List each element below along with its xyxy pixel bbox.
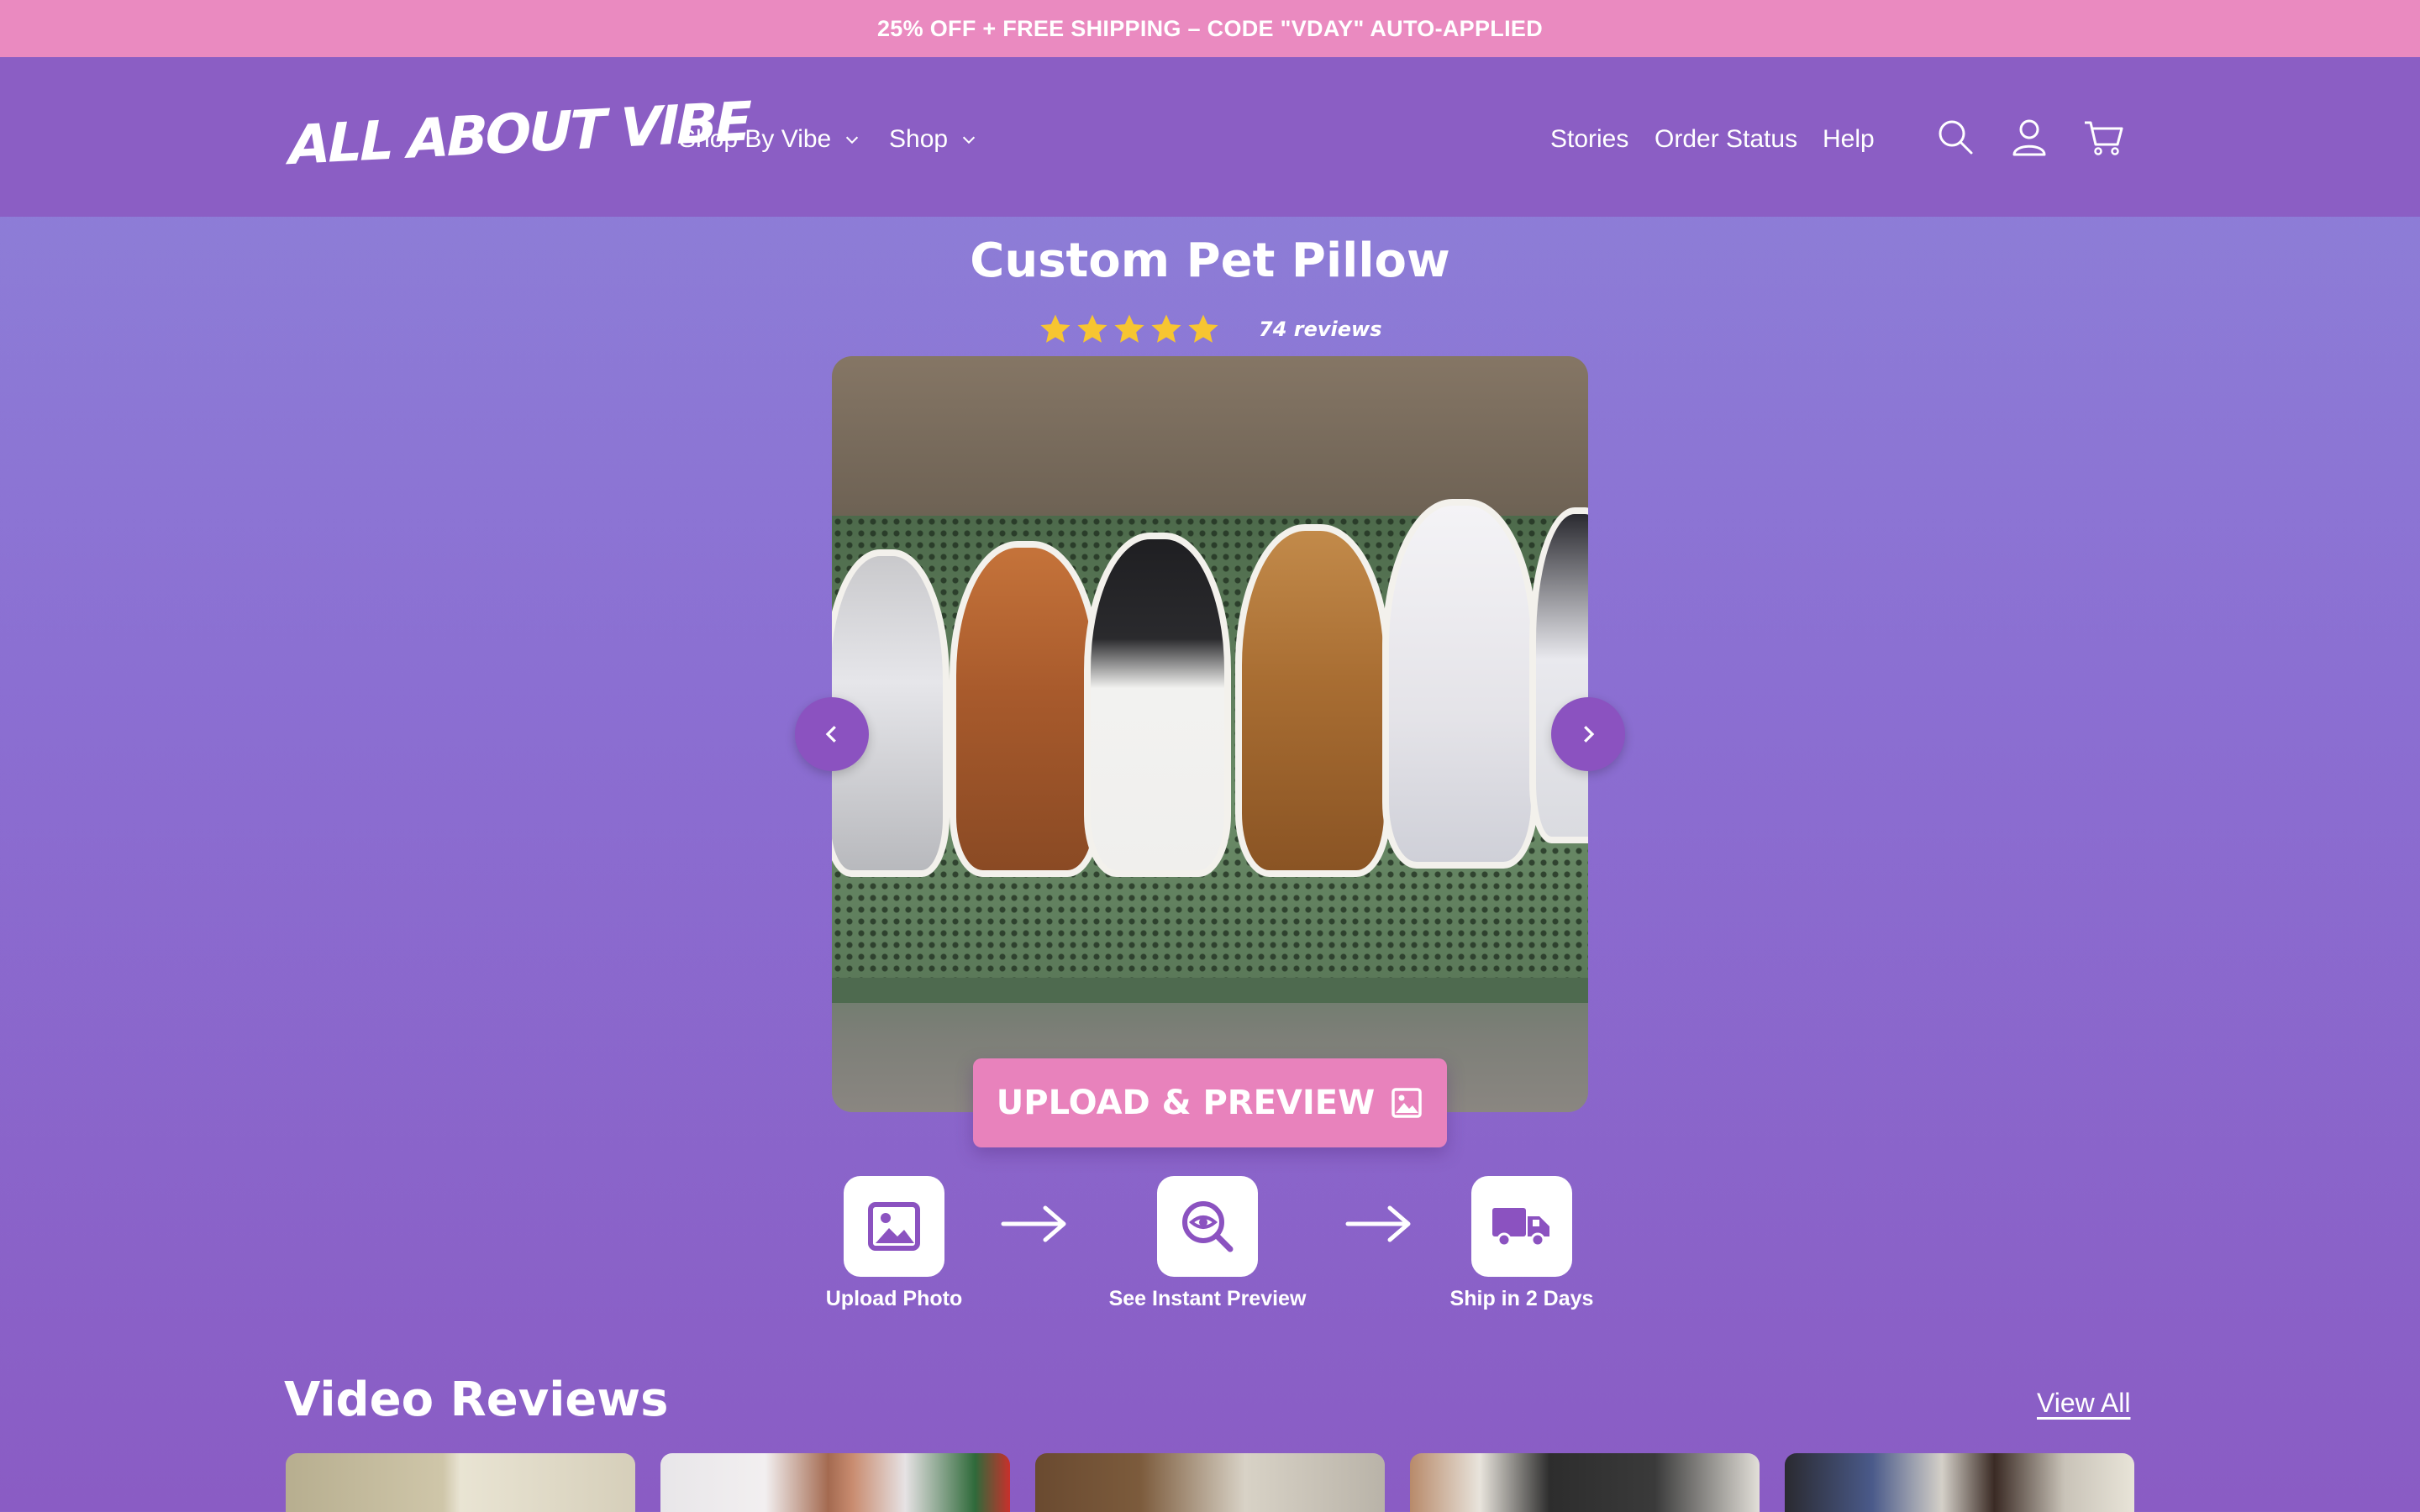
step-label: See Instant Preview: [1108, 1287, 1307, 1310]
pet-pillow-dog-brown: [950, 541, 1101, 877]
image-icon: [868, 1202, 920, 1251]
step-icon-box: [1157, 1176, 1258, 1277]
search-icon[interactable]: [1934, 116, 1976, 158]
step-icon-box: [1471, 1176, 1572, 1277]
pet-pillow-dog-bulldog: [1235, 524, 1391, 877]
product-image-carousel[interactable]: [832, 356, 1588, 1112]
step-icon-box: [844, 1176, 944, 1277]
chevron-down-icon: [962, 136, 976, 144]
announcement-bar: 25% OFF + FREE SHIPPING – CODE "VDAY" AU…: [0, 0, 2420, 57]
image-icon: [1392, 1088, 1422, 1118]
arrow-right-icon: [1001, 1205, 1066, 1242]
site-header: ALL ABOUT VIBE Shop By Vibe Shop Stories…: [0, 57, 2420, 217]
bench-rail: [832, 978, 1588, 1003]
video-review-thumbnail[interactable]: [1035, 1453, 1385, 1512]
star-icon: [1151, 314, 1181, 343]
video-review-thumbnail[interactable]: [1410, 1453, 1760, 1512]
step-label: Ship in 2 Days: [1449, 1287, 1594, 1310]
chevron-right-icon: [1584, 726, 1595, 743]
star-icon: [1114, 314, 1144, 343]
star-rating: [1039, 312, 1220, 346]
eye-search-icon: [1182, 1201, 1234, 1252]
nav-label: Stories: [1550, 125, 1629, 153]
nav-link-order-status[interactable]: Order Status: [1655, 119, 1797, 160]
product-title: Custom Pet Pillow: [970, 234, 1450, 288]
product-rating: 74 reviews: [1039, 311, 1381, 348]
nav-label: Shop By Vibe: [679, 125, 832, 153]
nav-link-help[interactable]: Help: [1823, 119, 1875, 160]
video-review-thumbnail[interactable]: [1785, 1453, 2134, 1512]
nav-link-stories[interactable]: Stories: [1550, 119, 1628, 160]
upload-preview-button[interactable]: UPLOAD & PREVIEW: [973, 1058, 1447, 1147]
chevron-down-icon: [846, 136, 859, 144]
truck-icon: [1492, 1208, 1549, 1247]
step-upload-photo: Upload Photo: [785, 1176, 1003, 1311]
video-review-thumbnail[interactable]: [286, 1453, 635, 1512]
nav-label: Help: [1823, 125, 1875, 153]
cart-icon[interactable]: [2082, 116, 2124, 158]
star-icon: [1077, 314, 1107, 343]
chevron-left-icon: [825, 726, 836, 743]
nav-label: Order Status: [1655, 125, 1798, 153]
carousel-prev-button[interactable]: [795, 697, 869, 771]
step-label: Upload Photo: [825, 1287, 963, 1310]
nav-shop[interactable]: Shop: [889, 119, 978, 160]
cta-label: UPLOAD & PREVIEW: [996, 1084, 1376, 1122]
star-icon: [1188, 314, 1218, 343]
video-reviews-heading: Video Reviews: [284, 1373, 669, 1427]
nav-shop-by-vibe[interactable]: Shop By Vibe: [679, 119, 861, 160]
review-count-link[interactable]: 74 reviews: [1259, 318, 1381, 341]
arrow-right-icon: [1345, 1205, 1411, 1242]
step-see-instant-preview: See Instant Preview: [1098, 1176, 1317, 1311]
step-ship-in-2-days: Ship in 2 Days: [1413, 1176, 1631, 1311]
star-icon: [1040, 314, 1071, 343]
pet-pillow-cat-white: [1382, 499, 1538, 869]
logo[interactable]: ALL ABOUT VIBE: [289, 91, 750, 181]
announcement-text: 25% OFF + FREE SHIPPING – CODE "VDAY" AU…: [876, 15, 1543, 41]
view-all-link[interactable]: View All: [2037, 1388, 2130, 1419]
account-icon[interactable]: [2008, 116, 2050, 158]
video-review-thumbnail[interactable]: [660, 1453, 1010, 1512]
carousel-next-button[interactable]: [1551, 697, 1625, 771]
nav-label: Shop: [889, 125, 949, 153]
pet-pillow-cat-tuxedo: [1084, 533, 1231, 877]
